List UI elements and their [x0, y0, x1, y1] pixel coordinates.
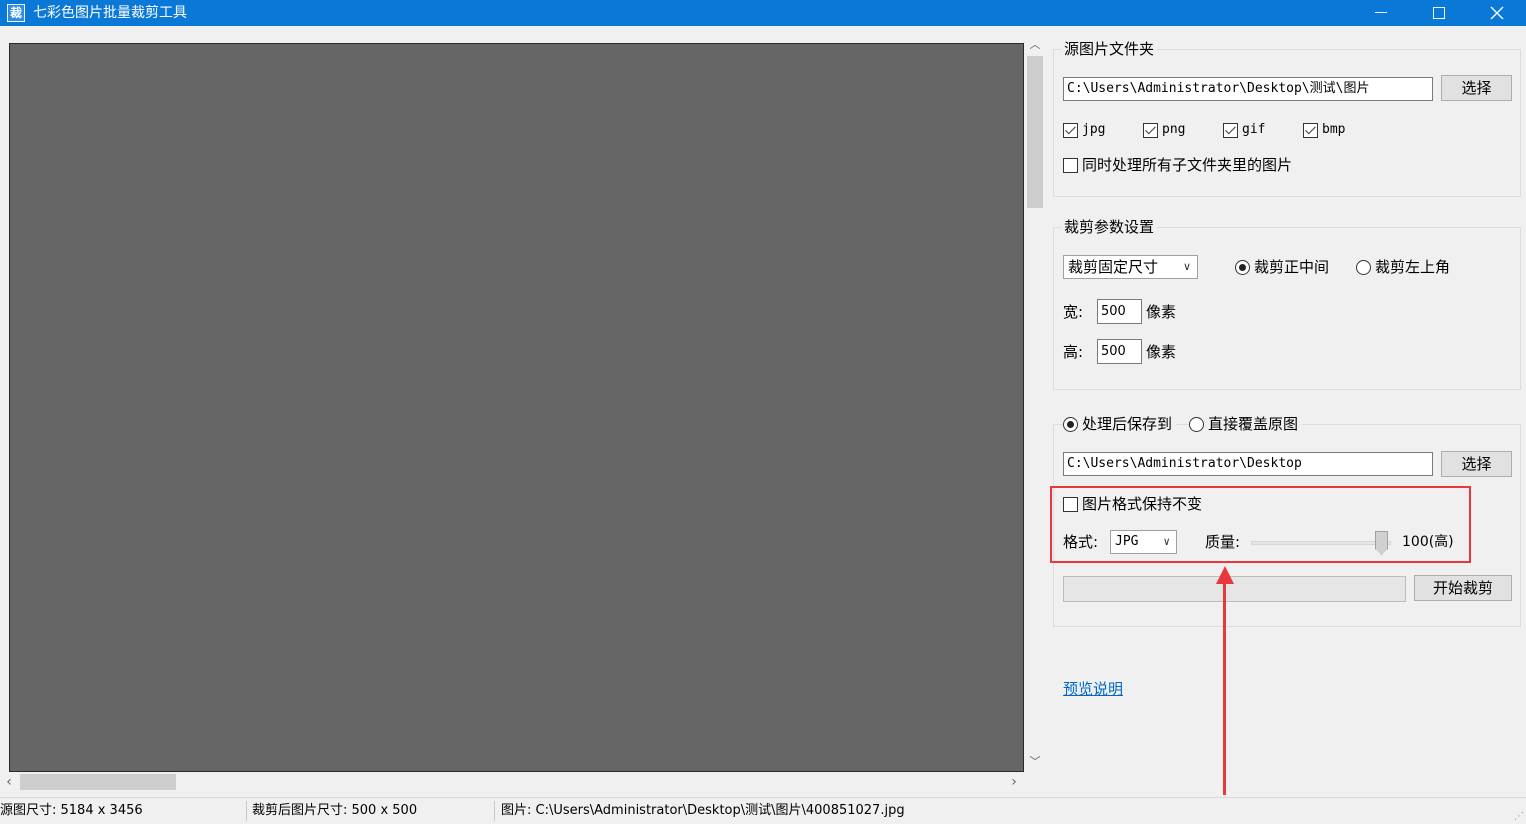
maximize-icon [1433, 7, 1445, 19]
scroll-left-icon[interactable]: ‹ [0, 772, 18, 792]
format-jpg-checkbox[interactable]: jpg [1063, 121, 1105, 139]
chevron-down-icon: ∨ [1182, 260, 1191, 273]
checkbox-icon [1063, 122, 1078, 138]
include-subfolders-checkbox[interactable]: 同时处理所有子文件夹里的图片 [1063, 156, 1292, 174]
horizontal-scroll-thumb[interactable] [20, 774, 176, 790]
scroll-right-icon[interactable]: › [1005, 772, 1023, 792]
crop-settings-title: 裁剪参数设置 [1061, 218, 1158, 236]
format-png-checkbox[interactable]: png [1143, 121, 1185, 139]
status-bar: 源图尺寸: 5184 x 3456 裁剪后图片尺寸: 500 x 500 图片:… [0, 797, 1526, 824]
radio-icon [1189, 416, 1204, 432]
height-unit: 像素 [1146, 343, 1177, 361]
width-input[interactable]: 500 [1097, 299, 1142, 324]
checkbox-icon [1143, 122, 1158, 138]
resize-grip-icon[interactable]: ⋰ [1514, 811, 1524, 822]
status-cropped-size: 裁剪后图片尺寸: 500 x 500 [252, 803, 418, 818]
title-bar: 裁 七彩色图片批量裁剪工具 [0, 0, 1526, 26]
overwrite-original-radio[interactable]: 直接覆盖原图 [1189, 415, 1303, 433]
radio-icon [1356, 259, 1371, 275]
status-divider [246, 801, 247, 821]
progress-bar [1063, 576, 1406, 602]
radio-icon [1063, 416, 1078, 432]
start-crop-button[interactable]: 开始裁剪 [1414, 575, 1512, 601]
width-label: 宽: [1063, 303, 1084, 321]
source-folder-title: 源图片文件夹 [1061, 40, 1158, 58]
width-unit: 像素 [1146, 303, 1177, 321]
crop-center-radio[interactable]: 裁剪正中间 [1235, 258, 1329, 276]
vertical-scroll-thumb[interactable] [1027, 56, 1043, 208]
output-path-input[interactable]: C:\Users\Administrator\Desktop [1063, 452, 1433, 476]
checkbox-icon [1223, 122, 1238, 138]
status-divider [494, 801, 495, 821]
height-label: 高: [1063, 343, 1084, 361]
close-button[interactable] [1468, 0, 1526, 26]
save-to-radio[interactable]: 处理后保存到 [1063, 415, 1177, 433]
annotation-arrow-shaft [1223, 580, 1226, 795]
height-input[interactable]: 500 [1097, 339, 1142, 364]
checkbox-icon [1303, 122, 1318, 138]
format-bmp-checkbox[interactable]: bmp [1303, 121, 1345, 139]
maximize-button[interactable] [1410, 0, 1468, 26]
source-folder-group [1053, 49, 1521, 197]
window-title: 七彩色图片批量裁剪工具 [33, 5, 187, 21]
minimize-icon [1375, 12, 1387, 13]
status-source-size: 源图尺寸: 5184 x 3456 [0, 803, 143, 818]
close-icon [1490, 6, 1504, 20]
annotation-arrow-icon [1216, 566, 1234, 584]
annotation-highlight-box [1050, 486, 1471, 563]
output-select-button[interactable]: 选择 [1441, 451, 1512, 477]
scroll-up-icon[interactable]: ︿ [1026, 36, 1044, 54]
minimize-button[interactable] [1352, 0, 1410, 26]
preview-help-link[interactable]: 预览说明 [1063, 678, 1123, 699]
source-path-input[interactable]: C:\Users\Administrator\Desktop\测试\图片 [1063, 77, 1433, 101]
status-image-path: 图片: C:\Users\Administrator\Desktop\测试\图片… [501, 803, 905, 818]
image-preview[interactable] [9, 43, 1024, 772]
source-select-button[interactable]: 选择 [1441, 75, 1512, 101]
vertical-scrollbar[interactable]: ︿ ﹀ [1026, 36, 1044, 771]
radio-icon [1235, 259, 1250, 275]
format-gif-checkbox[interactable]: gif [1223, 121, 1265, 139]
horizontal-scrollbar[interactable]: ‹ › [0, 772, 1026, 792]
app-icon: 裁 [7, 4, 25, 22]
checkbox-icon [1063, 157, 1078, 173]
crop-top-left-radio[interactable]: 裁剪左上角 [1356, 258, 1450, 276]
scroll-down-icon[interactable]: ﹀ [1026, 753, 1044, 771]
crop-mode-select[interactable]: 裁剪固定尺寸 ∨ [1063, 255, 1198, 279]
